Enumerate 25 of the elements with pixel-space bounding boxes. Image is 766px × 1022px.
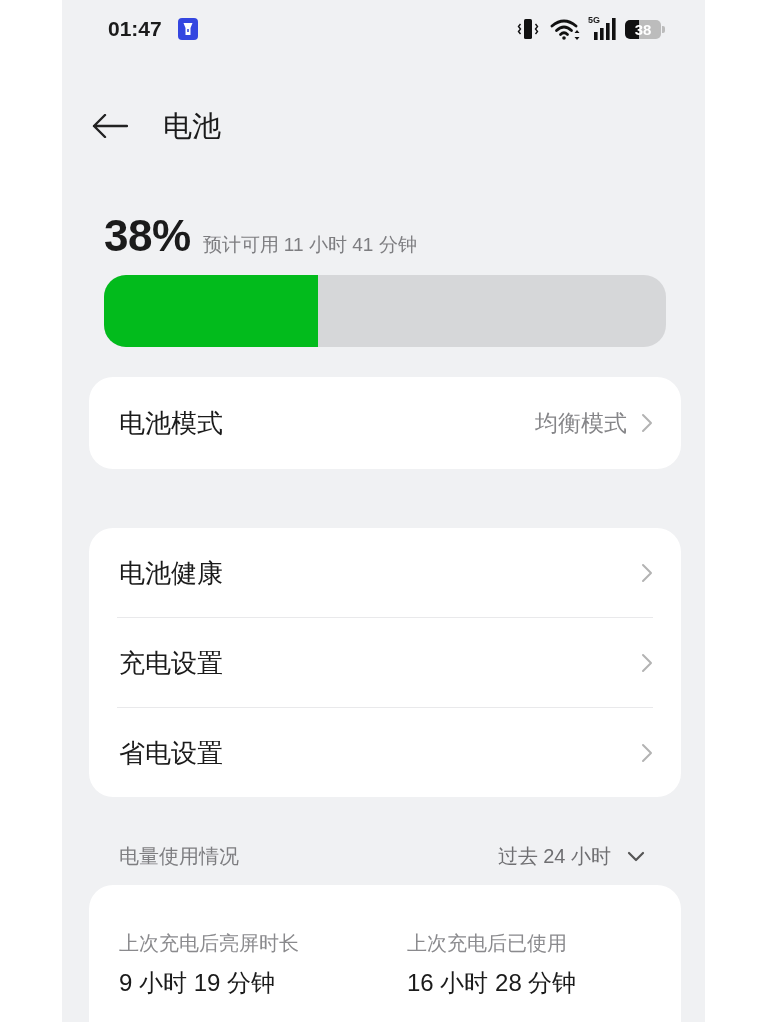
chevron-right-icon [641,562,653,583]
chevron-down-icon [627,850,645,862]
stat-label: 上次充电后亮屏时长 [119,931,300,955]
status-time: 01:47 [108,17,162,41]
setting-label[interactable]: 电池健康 [119,556,223,589]
page-title: 电池 [163,109,221,144]
chevron-right-icon [641,742,653,763]
battery-estimate: 预计可用 11 小时 41 分钟 [202,233,417,257]
network-type-label: 5G [588,15,600,25]
stat-value: 9 小时 19 分钟 [119,968,277,998]
setting-label[interactable]: 电池模式 [119,407,223,439]
section-title: 电量使用情况 [119,844,239,869]
torch-app-icon [177,18,198,40]
wifi-icon [550,18,582,40]
setting-label[interactable]: 充电设置 [119,646,223,679]
setting-value: 均衡模式 [535,409,627,438]
chevron-right-icon [641,413,653,433]
chevron-right-icon [641,652,653,673]
battery-percentage: 38% [104,212,191,260]
setting-label[interactable]: 省电设置 [119,736,223,769]
back-arrow-icon[interactable] [92,114,128,138]
stat-value: 16 小时 28 分钟 [407,968,578,998]
stat-label: 上次充电后已使用 [407,931,568,955]
vibrate-icon [517,18,539,40]
period-dropdown[interactable]: 过去 24 小时 [497,843,645,869]
